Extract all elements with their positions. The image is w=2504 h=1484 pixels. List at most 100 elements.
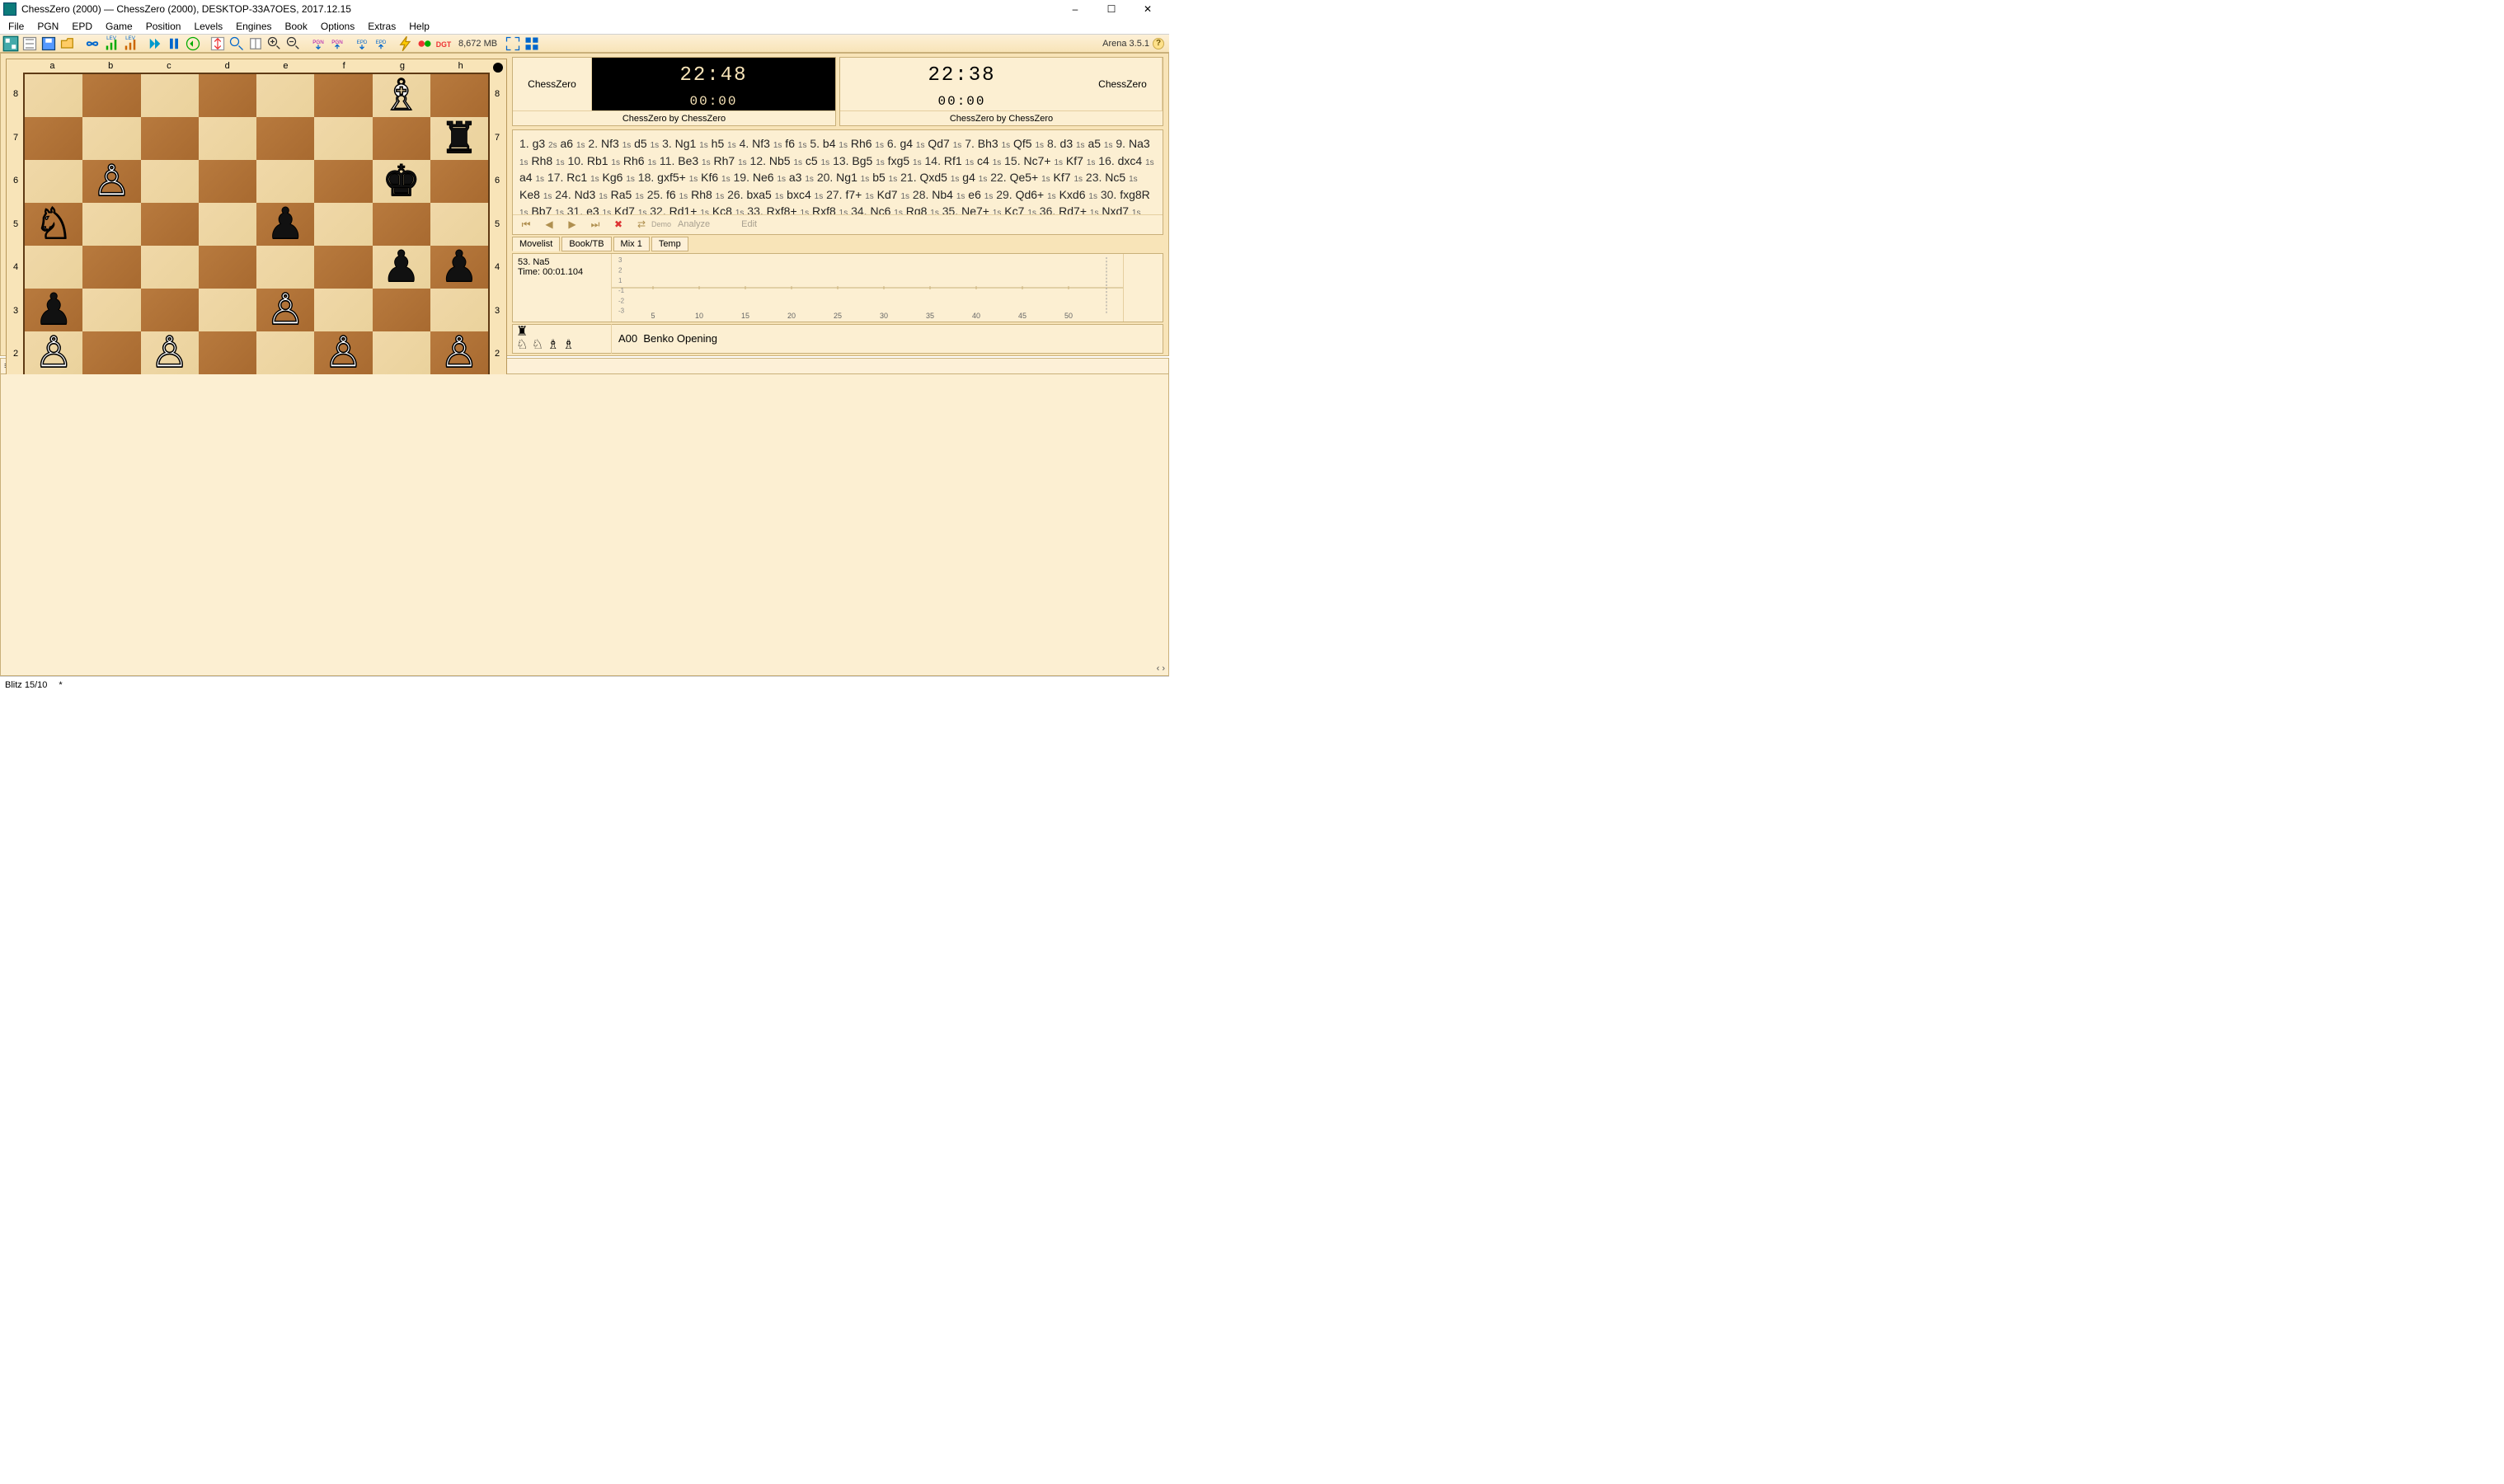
sq-c3[interactable] (141, 289, 199, 331)
sq-c4[interactable] (141, 246, 199, 289)
piece-g8[interactable]: ♗ (382, 74, 420, 117)
sq-a3[interactable]: ♟ (25, 289, 82, 331)
sq-d7[interactable] (199, 117, 256, 160)
sq-f7[interactable] (314, 117, 372, 160)
sq-f6[interactable] (314, 160, 372, 203)
sq-b6[interactable]: ♙ (82, 160, 140, 203)
sq-f3[interactable] (314, 289, 372, 331)
sq-c8[interactable] (141, 74, 199, 117)
sq-e4[interactable] (256, 246, 314, 289)
sq-g3[interactable] (373, 289, 430, 331)
board-setup-icon[interactable] (2, 35, 20, 52)
open-icon[interactable] (59, 35, 77, 52)
sq-c5[interactable] (141, 203, 199, 246)
piece-e3[interactable]: ♙ (266, 289, 305, 331)
sq-c7[interactable] (141, 117, 199, 160)
engine-lightning-icon[interactable] (397, 35, 415, 52)
eval-graph[interactable]: 321-1-2-35101520253035404550 (612, 254, 1123, 322)
sq-f2[interactable]: ♙ (314, 331, 372, 374)
new-game-icon[interactable] (21, 35, 39, 52)
menu-epd[interactable]: EPD (67, 19, 97, 34)
sq-e5[interactable]: ♟ (256, 203, 314, 246)
sq-h5[interactable] (430, 203, 488, 246)
sq-c6[interactable] (141, 160, 199, 203)
nav-first-icon[interactable]: ⏮ (518, 217, 534, 232)
menu-options[interactable]: Options (316, 19, 359, 34)
sq-e7[interactable] (256, 117, 314, 160)
sq-d8[interactable] (199, 74, 256, 117)
pause-icon[interactable] (165, 35, 183, 52)
minimize-button[interactable]: – (1057, 0, 1093, 18)
menu-help[interactable]: Help (404, 19, 435, 34)
sq-e6[interactable] (256, 160, 314, 203)
swap-colors-icon[interactable] (416, 35, 434, 52)
sq-h8[interactable] (430, 74, 488, 117)
sq-h7[interactable]: ♜ (430, 117, 488, 160)
menu-position[interactable]: Position (141, 19, 186, 34)
book-icon[interactable] (247, 35, 265, 52)
sq-c2[interactable]: ♙ (141, 331, 199, 374)
piece-e5[interactable]: ♟ (266, 203, 305, 246)
piece-a2[interactable]: ♙ (35, 331, 73, 374)
sq-a8[interactable] (25, 74, 82, 117)
sq-d5[interactable] (199, 203, 256, 246)
sq-g8[interactable]: ♗ (373, 74, 430, 117)
nav-delete-icon[interactable]: ✖ (610, 217, 627, 232)
sq-h6[interactable] (430, 160, 488, 203)
piece-h4[interactable]: ♟ (440, 246, 479, 289)
sq-a5[interactable]: ♘ (25, 203, 82, 246)
engine-output-nav[interactable]: ‹ › (1157, 664, 1165, 674)
rewind-icon[interactable] (184, 35, 202, 52)
piece-b6[interactable]: ♙ (92, 160, 131, 203)
sq-a2[interactable]: ♙ (25, 331, 82, 374)
tab-mix-1[interactable]: Mix 1 (613, 237, 650, 251)
find-icon[interactable] (228, 35, 246, 52)
sq-d3[interactable] (199, 289, 256, 331)
sq-a6[interactable] (25, 160, 82, 203)
maximize-button[interactable]: ☐ (1093, 0, 1130, 18)
piece-g6[interactable]: ♚ (382, 160, 420, 203)
menu-engines[interactable]: Engines (231, 19, 276, 34)
expand-icon[interactable] (504, 35, 522, 52)
piece-f2[interactable]: ♙ (324, 331, 363, 374)
menu-book[interactable]: Book (280, 19, 312, 34)
nav-last-icon[interactable]: ⏭ (587, 217, 604, 232)
level-2-icon[interactable]: LEV (121, 35, 139, 52)
sq-e8[interactable] (256, 74, 314, 117)
sq-g2[interactable] (373, 331, 430, 374)
menu-levels[interactable]: Levels (189, 19, 228, 34)
sq-f5[interactable] (314, 203, 372, 246)
level-1-icon[interactable]: LEV (102, 35, 120, 52)
menu-game[interactable]: Game (101, 19, 138, 34)
sq-a7[interactable] (25, 117, 82, 160)
sq-d2[interactable] (199, 331, 256, 374)
nav-analyze-label[interactable]: Analyze (678, 219, 710, 229)
tab-movelist[interactable]: Movelist (512, 237, 560, 251)
piece-h2[interactable]: ♙ (440, 331, 479, 374)
movelist[interactable]: 1. g3 2s a6 1s 2. Nf3 1s d5 1s 3. Ng1 1s… (513, 130, 1163, 214)
sq-b2[interactable] (82, 331, 140, 374)
sq-b4[interactable] (82, 246, 140, 289)
zoom-out-icon[interactable] (284, 35, 303, 52)
infinity-icon[interactable] (83, 35, 101, 52)
sq-h3[interactable] (430, 289, 488, 331)
sq-g4[interactable]: ♟ (373, 246, 430, 289)
tab-book-tb[interactable]: Book/TB (561, 237, 611, 251)
piece-a3[interactable]: ♟ (35, 289, 73, 331)
engine-output[interactable]: ‹ › (0, 374, 1169, 677)
epd-in-icon[interactable]: EPD (353, 35, 371, 52)
help-icon[interactable]: ? (1153, 38, 1164, 49)
sq-h4[interactable]: ♟ (430, 246, 488, 289)
sq-f4[interactable] (314, 246, 372, 289)
epd-out-icon[interactable]: EPD (372, 35, 390, 52)
close-button[interactable]: ✕ (1130, 0, 1166, 18)
sq-b5[interactable] (82, 203, 140, 246)
nav-prev-icon[interactable]: ◀ (541, 217, 557, 232)
dgt-icon[interactable]: DGT (435, 35, 453, 52)
sq-g7[interactable] (373, 117, 430, 160)
sq-a4[interactable] (25, 246, 82, 289)
sq-h2[interactable]: ♙ (430, 331, 488, 374)
sq-g6[interactable]: ♚ (373, 160, 430, 203)
nav-next-icon[interactable]: ▶ (564, 217, 580, 232)
sq-d6[interactable] (199, 160, 256, 203)
